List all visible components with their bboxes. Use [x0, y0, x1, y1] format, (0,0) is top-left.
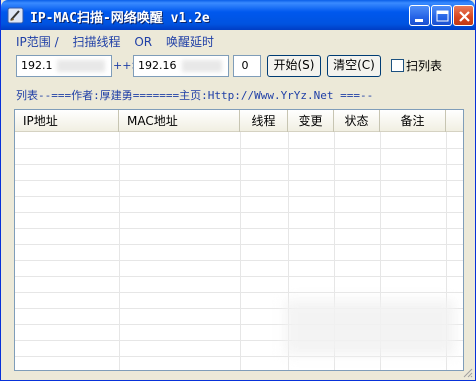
close-icon	[459, 11, 470, 22]
or-label: OR	[134, 35, 153, 49]
start-ip-input[interactable]: 192.1	[16, 55, 112, 77]
scan-list-checkbox[interactable]	[391, 59, 404, 72]
maximize-icon	[436, 10, 449, 22]
threads-input[interactable]: 0	[233, 55, 261, 77]
column-thread[interactable]: 线程	[240, 110, 288, 132]
grid-line	[15, 196, 463, 197]
wake-delay-label[interactable]: 唤醒延时	[166, 35, 214, 49]
column-change[interactable]: 变更	[288, 110, 334, 132]
grid-line	[15, 212, 463, 213]
grid-line	[15, 164, 463, 165]
start-ip-value: 192.1	[21, 59, 53, 72]
grid-line	[119, 132, 120, 370]
column-mac[interactable]: MAC地址	[119, 110, 240, 132]
grid-line	[15, 276, 463, 277]
grid-line	[15, 148, 463, 149]
redacted-region	[182, 60, 222, 72]
start-button[interactable]: 开始(S)	[267, 55, 321, 77]
grid-line	[15, 260, 463, 261]
grid-line	[15, 244, 463, 245]
app-window: IP-MAC扫描-网络唤醒 v1.2e IP范围 / 扫描线程 OR 唤醒延时 …	[0, 0, 476, 381]
resize-grip-icon[interactable]	[461, 366, 473, 378]
window-title: IP-MAC扫描-网络唤醒 v1.2e	[30, 11, 210, 26]
minimize-button[interactable]	[409, 5, 430, 26]
maximize-button[interactable]	[431, 5, 452, 26]
close-button[interactable]	[453, 5, 474, 26]
column-status[interactable]: 状态	[334, 110, 380, 132]
minimize-icon	[415, 19, 423, 22]
grid-line	[15, 292, 463, 293]
column-note[interactable]: 备注	[380, 110, 446, 132]
grid-line	[15, 228, 463, 229]
clear-button[interactable]: 清空(C)	[327, 55, 381, 77]
scan-threads-label[interactable]: 扫描线程	[72, 35, 120, 49]
end-ip-input[interactable]: 192.16	[133, 55, 229, 77]
grid-line	[15, 180, 463, 181]
results-table[interactable]: IP地址 MAC地址 线程 变更 状态 备注	[14, 109, 464, 371]
scan-list-label[interactable]: 扫列表	[406, 57, 442, 74]
list-caption: 列表--===作者:厚建勇=======主页:Http://Www.YrYz.N…	[16, 89, 374, 102]
option-labels: IP范围 / 扫描线程 OR 唤醒延时	[16, 33, 224, 50]
redacted-region	[285, 300, 455, 355]
title-bar[interactable]: IP-MAC扫描-网络唤醒 v1.2e	[1, 0, 475, 30]
table-header: IP地址 MAC地址 线程 变更 状态 备注	[15, 110, 463, 132]
redacted-region	[57, 60, 105, 72]
ip-range-label[interactable]: IP范围 /	[16, 35, 59, 49]
end-ip-value: 192.16	[138, 59, 177, 72]
broom-icon	[7, 7, 24, 24]
threads-value: 0	[241, 59, 249, 72]
column-ip[interactable]: IP地址	[15, 110, 119, 132]
grid-line	[15, 356, 463, 357]
grid-line	[240, 132, 241, 370]
